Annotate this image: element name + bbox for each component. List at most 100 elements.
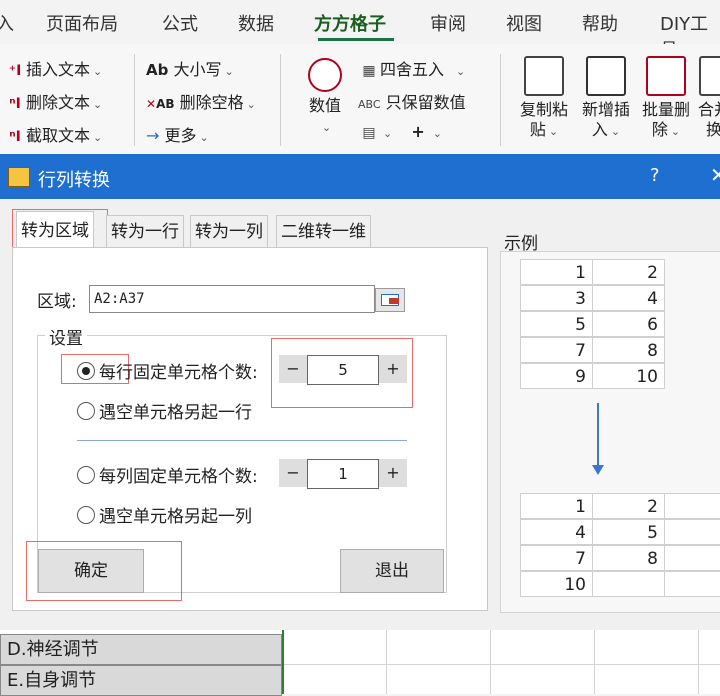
example-before-cell: 4 bbox=[592, 285, 665, 311]
settings-label: 设置 bbox=[45, 324, 87, 349]
tab-to-row[interactable]: 转为一行 bbox=[106, 215, 184, 248]
chevron-down-icon: ⌄ bbox=[456, 65, 466, 78]
remove-spaces-button[interactable]: ✕AB 删除空格 ⌄ bbox=[146, 89, 256, 113]
tab-data[interactable]: 数据 bbox=[238, 10, 274, 36]
ribbon-tab-bar: 入 页面布局 公式 数据 方方格子 审阅 视图 帮助 DIY工具 bbox=[0, 0, 720, 61]
chevron-down-icon: ⌄ bbox=[610, 125, 621, 138]
insert-text-button[interactable]: ⁺I 插入文本 ⌄ bbox=[4, 56, 103, 80]
remove-spaces-icon: ✕AB bbox=[146, 97, 175, 111]
round-button[interactable]: ▦ 四舍五入 ⌄ bbox=[358, 56, 465, 80]
chevron-down-icon: ⌄ bbox=[224, 65, 234, 78]
example-before-cell: 1 bbox=[520, 259, 593, 285]
tab-2d-to-1d[interactable]: 二维转一维 bbox=[276, 215, 371, 248]
arrow-right-icon: → bbox=[146, 126, 160, 145]
keep-values-button[interactable]: ABC 只保留数值 bbox=[358, 89, 466, 113]
example-before-cell: 9 bbox=[520, 363, 593, 389]
example-after-cell: 6 bbox=[664, 519, 720, 545]
example-after-cell: 2 bbox=[592, 493, 665, 519]
chevron-down-icon: ⌄ bbox=[199, 131, 209, 144]
extract-text-icon: ⁿI bbox=[9, 129, 21, 145]
chevron-down-icon: ⌄ bbox=[321, 121, 332, 134]
row-column-convert-dialog: 行列转换 ? ✕ 转为区域 转为一行 转为一列 二维转一维 区域: A2:A37… bbox=[0, 154, 720, 631]
exit-button[interactable]: 退出 bbox=[340, 549, 444, 593]
sheet-row[interactable]: D.神经调节 bbox=[0, 634, 282, 665]
chevron-down-icon: ⌄ bbox=[246, 98, 256, 111]
blank-new-row-label: 遇空单元格另起一行 bbox=[99, 403, 252, 423]
radio-blank-new-column[interactable] bbox=[77, 506, 95, 524]
number-icon bbox=[308, 58, 342, 92]
insert-new-label-1: 新增插 bbox=[581, 100, 630, 119]
app-icon bbox=[8, 167, 30, 187]
number-button[interactable]: 数值 ⌄ bbox=[298, 58, 352, 138]
tab-help[interactable]: 帮助 bbox=[582, 10, 618, 36]
radio-blank-new-row[interactable] bbox=[77, 402, 95, 420]
extract-text-button[interactable]: ⁿI 截取文本 ⌄ bbox=[4, 122, 102, 146]
remove-spaces-icon-text: AB bbox=[156, 97, 175, 111]
example-before-cell: 5 bbox=[520, 311, 593, 337]
case-button[interactable]: Ab 大小写 ⌄ bbox=[146, 56, 234, 80]
dialog-titlebar[interactable]: 行列转换 ? ✕ bbox=[0, 155, 720, 199]
more-button[interactable]: → 更多 ⌄ bbox=[146, 122, 209, 146]
gridline bbox=[490, 630, 491, 694]
gridline bbox=[284, 664, 720, 665]
help-button[interactable]: ? bbox=[650, 165, 660, 186]
example-after-cell: 10 bbox=[520, 571, 593, 597]
example-before-cell: 7 bbox=[520, 337, 593, 363]
insert-new-button[interactable]: 新增插入 ⌄ bbox=[574, 56, 638, 142]
close-button[interactable]: ✕ bbox=[710, 163, 720, 187]
example-before-cell: 8 bbox=[592, 337, 665, 363]
clipboard-icon bbox=[524, 56, 564, 96]
tab-page-layout[interactable]: 页面布局 bbox=[46, 10, 118, 36]
example-after-cell: 9 bbox=[664, 545, 720, 571]
radio-fixed-per-column[interactable] bbox=[77, 466, 95, 484]
settings-divider bbox=[77, 440, 407, 441]
edit-icon: ▤ bbox=[362, 125, 376, 141]
ribbon: ⁺I 插入文本 ⌄ ⁿI 删除文本 ⌄ ⁿI 截取文本 ⌄ Ab 大小写 ⌄ ✕AB 删除空格… bbox=[0, 44, 720, 157]
range-select-icon[interactable] bbox=[375, 288, 405, 312]
tab-fangfang[interactable]: 方方格子 bbox=[314, 10, 386, 36]
gridline bbox=[386, 630, 387, 694]
copy-paste-label-2: 贴 bbox=[529, 120, 546, 139]
active-tab-underline bbox=[318, 38, 394, 41]
sheet-row[interactable]: E.自身调节 bbox=[0, 665, 282, 696]
more-label: 更多 bbox=[164, 126, 197, 145]
plus-icon: + bbox=[411, 122, 425, 141]
tab-view[interactable]: 视图 bbox=[506, 10, 542, 36]
example-after-cell: 3 bbox=[664, 493, 720, 519]
merge-button[interactable]: 合并换 bbox=[694, 56, 720, 140]
chevron-down-icon: ⌄ bbox=[670, 125, 681, 138]
gridline bbox=[594, 630, 595, 694]
number-label: 数值 bbox=[308, 96, 341, 115]
chevron-down-icon: ⌄ bbox=[548, 125, 559, 138]
insert-text-label: 插入文本 bbox=[26, 60, 91, 79]
round-label: 四舍五入 bbox=[380, 60, 445, 79]
merge-icon bbox=[699, 56, 720, 96]
chevron-down-icon: ⌄ bbox=[93, 131, 103, 144]
batch-delete-label-2: 除 bbox=[651, 120, 668, 139]
case-label: 大小写 bbox=[173, 60, 222, 79]
batch-delete-button[interactable]: 批量删除 ⌄ bbox=[634, 56, 698, 142]
example-before-cell: 2 bbox=[592, 259, 665, 285]
fixed-per-row-label: 每行固定单元格个数: bbox=[99, 363, 258, 383]
delete-text-button[interactable]: ⁿI 删除文本 ⌄ bbox=[4, 89, 102, 113]
tab-to-column[interactable]: 转为一列 bbox=[190, 215, 268, 248]
column-count-plus[interactable]: + bbox=[379, 459, 407, 487]
delete-text-label: 删除文本 bbox=[26, 93, 91, 112]
tab-formulas[interactable]: 公式 bbox=[162, 10, 198, 36]
chevron-down-icon: ⌄ bbox=[93, 98, 103, 111]
gridline bbox=[698, 630, 699, 694]
column-count-minus[interactable]: − bbox=[279, 459, 307, 487]
region-input[interactable]: A2:A37 bbox=[89, 285, 375, 313]
edit-button[interactable]: ▤ ⌄ + ⌄ bbox=[358, 122, 442, 141]
highlight-box bbox=[26, 541, 182, 601]
tab-insert[interactable]: 入 bbox=[0, 10, 14, 36]
ribbon-divider bbox=[280, 54, 281, 146]
example-before-cell: 6 bbox=[592, 311, 665, 337]
tab-review[interactable]: 审阅 bbox=[430, 10, 466, 36]
column-count-input[interactable]: 1 bbox=[307, 459, 379, 489]
example-after-cell: 8 bbox=[592, 545, 665, 571]
example-after-cell: 1 bbox=[520, 493, 593, 519]
keep-values-label: 只保留数值 bbox=[385, 93, 466, 112]
ribbon-divider bbox=[134, 54, 135, 146]
copy-paste-button[interactable]: 复制粘贴 ⌄ bbox=[512, 56, 576, 142]
